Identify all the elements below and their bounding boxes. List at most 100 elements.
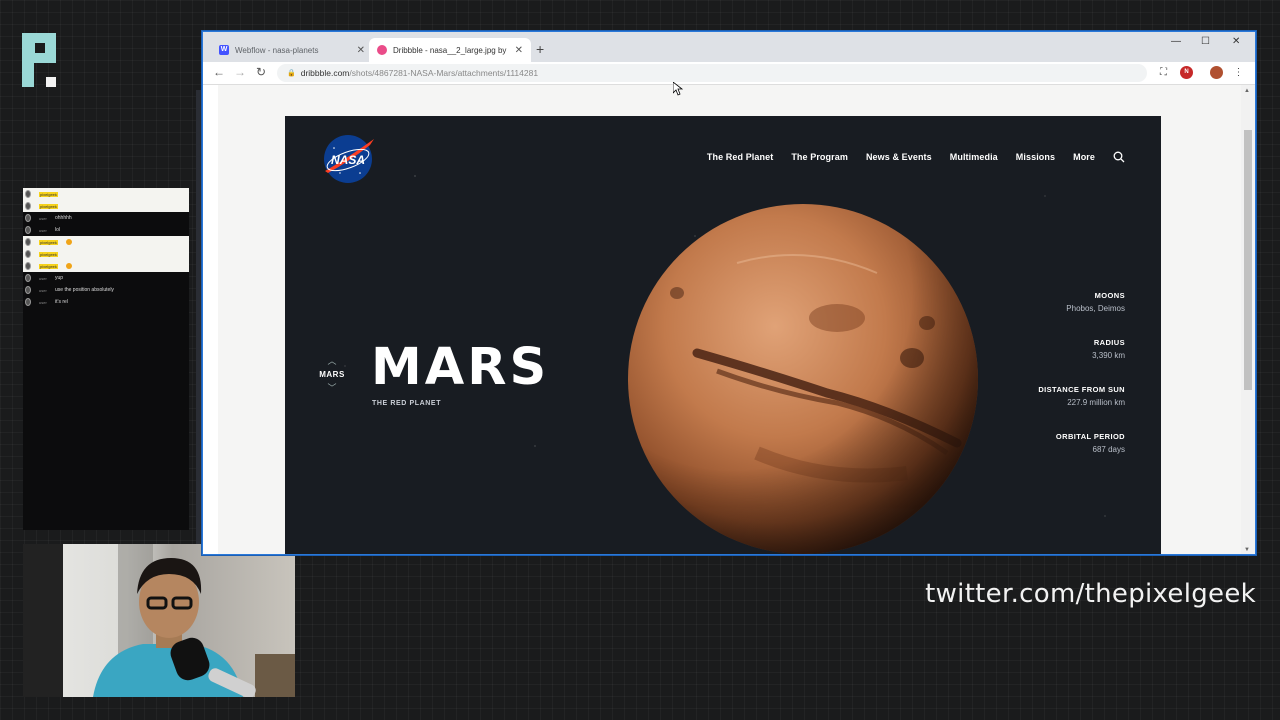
lock-icon: 🔒 [287,70,296,77]
mouse-cursor-icon [673,82,683,96]
dribbble-shot-image: NASA The Red Planet The Program News & E… [285,116,1161,554]
twitter-handle: twitter.com/thepixelgeek [925,579,1256,609]
stat-value: Phobos, Deimos [1066,304,1125,313]
forward-button[interactable]: → [234,65,246,79]
chat-avatar [25,214,31,222]
emote-icon [65,239,72,245]
chat-avatar [25,274,31,282]
chat-message: pixelgeek [23,188,189,200]
emote-icon [65,263,72,269]
chat-username: user [39,215,47,221]
nav-multimedia[interactable]: Multimedia [950,152,998,162]
minimize-button[interactable]: — [1171,36,1181,47]
chat-text: it's rel [55,299,68,305]
tab-webflow[interactable]: W Webflow - nasa-planets ✕ [211,38,373,62]
close-window-button[interactable]: ✕ [1232,36,1240,47]
reload-button[interactable]: ↻ [256,65,266,79]
webcam-feed [23,544,295,697]
chat-username: user [39,227,47,233]
planet-stats: MOONS Phobos, Deimos RADIUS 3,390 km DIS… [1038,291,1125,479]
stat-radius: RADIUS 3,390 km [1038,338,1125,360]
browser-window: W Webflow - nasa-planets ✕ Dribbble - na… [202,31,1256,555]
chat-username: pixelgeek [39,251,58,257]
nav-more[interactable]: More [1073,152,1095,162]
search-icon[interactable] [1113,151,1125,163]
close-tab-icon[interactable]: ✕ [515,45,523,56]
chat-text: lol [55,227,61,233]
chat-username: pixelgeek [39,191,58,197]
webflow-icon: W [219,45,229,55]
nasa-logo[interactable]: NASA [322,133,374,185]
menu-icon[interactable]: ⋮ [1232,66,1245,79]
dribbble-icon [377,45,387,55]
maximize-button[interactable]: ☐ [1201,36,1210,47]
pixelgeek-logo [22,33,56,87]
chevron-up-icon[interactable]: ︿ [319,356,345,366]
chat-text: ohhhhh [55,215,72,221]
mars-planet-image [628,204,978,554]
new-tab-button[interactable]: + [536,41,544,57]
chat-avatar [25,202,31,210]
scroll-down-icon[interactable]: ▼ [1244,547,1250,553]
page-viewport: NASA The Red Planet The Program News & E… [203,85,1243,554]
current-planet: MARS [319,370,345,379]
scroll-thumb[interactable] [1244,130,1252,390]
stat-value: 3,390 km [1092,351,1125,360]
site-nav: The Red Planet The Program News & Events… [707,151,1125,163]
stat-label: ORBITAL PERIOD [1055,432,1125,441]
chat-message: pixelgeek [23,248,189,260]
planet-switcher: ︿ MARS ﹀ [319,356,345,393]
chat-message: user use the position absolutely [23,284,189,296]
browser-toolbar: ← → ↻ 🔒 dribbble.com /shots/4867281-NASA… [203,62,1255,85]
stream-chat: pixelgeek pixelgeek user ohhhhh user lol pixel… [23,188,189,530]
chat-avatar [25,250,31,258]
chat-username: pixelgeek [39,203,58,209]
planet-title: MARS [371,338,550,397]
scroll-up-icon[interactable]: ▲ [1244,88,1250,94]
nav-missions[interactable]: Missions [1016,152,1055,162]
url-host: dribbble.com [300,68,350,78]
chat-message: pixelgeek [23,260,189,272]
tab-title: Dribbble - nasa__2_large.jpg by [393,45,507,55]
screenshot-icon[interactable]: ⛶ [1157,66,1170,79]
tab-dribbble[interactable]: Dribbble - nasa__2_large.jpg by ✕ [369,38,531,62]
chat-username: user [39,299,47,305]
back-button[interactable]: ← [213,65,225,79]
close-tab-icon[interactable]: ✕ [357,45,365,56]
stat-value: 687 days [1092,445,1125,454]
chat-message: user yup [23,272,189,284]
chat-message: pixelgeek [23,236,189,248]
address-bar[interactable]: 🔒 dribbble.com /shots/4867281-NASA-Mars/… [277,64,1147,82]
stat-value: 227.9 million km [1067,398,1125,407]
nav-program[interactable]: The Program [791,152,848,162]
page-margin [203,85,218,554]
chat-avatar [25,190,31,198]
chat-text: use the position absolutely [55,287,114,293]
chat-avatar [25,298,31,306]
stat-distance: DISTANCE FROM SUN 227.9 million km [1038,385,1125,407]
nasa-logo-text: NASA [331,153,365,167]
extension-icon[interactable]: N [1180,66,1193,79]
chat-message: user ohhhhh [23,212,189,224]
url-path: /shots/4867281-NASA-Mars/attachments/111… [349,68,539,78]
chat-message: user lol [23,224,189,236]
tab-strip: W Webflow - nasa-planets ✕ Dribbble - na… [203,32,1255,62]
chat-username: user [39,275,47,281]
chat-text: yup [55,275,64,281]
chevron-down-icon[interactable]: ﹀ [319,383,345,393]
stat-moons: MOONS Phobos, Deimos [1038,291,1125,313]
stat-label: MOONS [1094,291,1125,300]
profile-avatar[interactable] [1210,66,1223,79]
chat-message: pixelgeek [23,200,189,212]
nav-news-events[interactable]: News & Events [866,152,932,162]
nav-red-planet[interactable]: The Red Planet [707,152,773,162]
tab-title: Webflow - nasa-planets [235,45,319,55]
chat-message: user it's rel [23,296,189,308]
chat-avatar [25,238,31,246]
scrollbar[interactable]: ▲ ▼ [1241,85,1255,554]
stat-label: DISTANCE FROM SUN [1038,385,1125,394]
chat-username: pixelgeek [39,263,58,269]
chat-avatar [25,226,31,234]
chat-username: pixelgeek [39,239,58,245]
stat-orbital-period: ORBITAL PERIOD 687 days [1038,432,1125,454]
